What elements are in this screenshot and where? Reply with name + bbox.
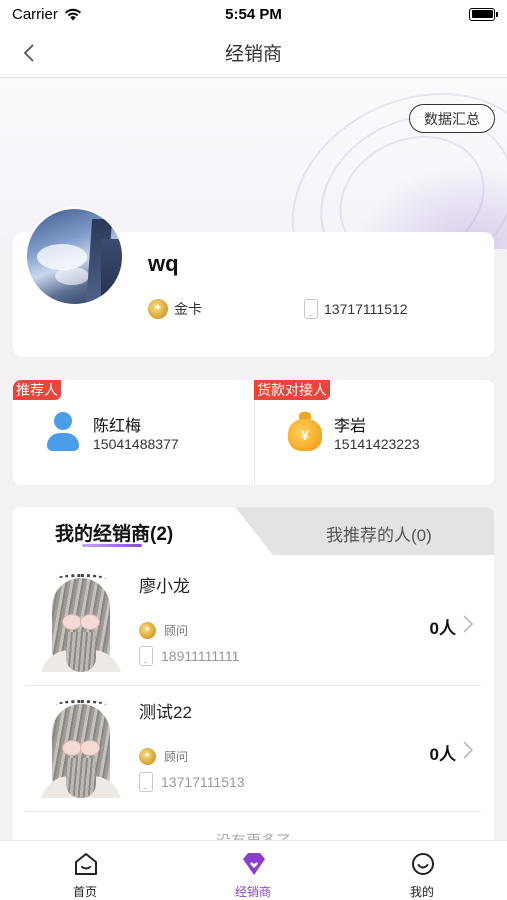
payment-contact-name: 李岩	[334, 418, 367, 435]
list-item[interactable]: 测试22 顾问 13717111513 0人	[25, 688, 481, 812]
medal-icon	[139, 622, 156, 639]
smile-icon	[412, 853, 434, 875]
dealer-phone: 18911111111	[139, 646, 239, 666]
phone-icon	[139, 772, 153, 792]
tab-my-dealers[interactable]: 我的经销商(2)	[55, 519, 173, 546]
status-bar: Carrier 5:54 PM	[0, 0, 507, 28]
medal-icon	[148, 299, 168, 319]
dealer-level: 顾问	[139, 748, 188, 765]
tab-my-referrals-label[interactable]: 我推荐的人(0)	[326, 521, 432, 546]
dealer-name: 测试22	[139, 703, 192, 722]
profile-name: wq	[148, 251, 179, 276]
chevron-right-icon	[463, 741, 474, 759]
bottom-tab-dealers[interactable]: 经销商	[203, 841, 303, 900]
avatar	[40, 698, 122, 798]
dealer-level-label: 顾问	[164, 624, 189, 638]
dealer-count: 0人	[429, 619, 456, 638]
home-icon	[75, 853, 97, 875]
dealer-phone-number: 18911111111	[161, 648, 240, 664]
bottom-tab-label: 首页	[72, 885, 97, 899]
bottom-tab-label: 经销商	[234, 885, 271, 899]
referrer-phone[interactable]: 15041488377	[93, 436, 179, 452]
profile-phone: 13717111512	[304, 299, 408, 319]
dealer-level-label: 顾问	[164, 750, 189, 764]
dealer-phone: 13717111513	[139, 772, 245, 792]
avatar	[40, 572, 122, 672]
profile-phone-number: 13717111512	[324, 301, 408, 317]
battery-icon	[469, 7, 498, 21]
list-item[interactable]: 廖小龙 顾问 18911111111 0人	[25, 562, 481, 686]
tab-bar: 我的经销商(2) 我推荐的人(0)	[13, 507, 494, 555]
referrer-tag: 推荐人	[13, 380, 61, 400]
chevron-right-icon	[463, 615, 474, 633]
active-tab-indicator	[82, 544, 142, 547]
dealer-phone-number: 13717111513	[161, 774, 245, 790]
dealer-count: 0人	[429, 745, 456, 764]
dealer-name: 廖小龙	[139, 577, 190, 596]
dealer-level: 顾问	[139, 622, 188, 639]
profile-level: 金卡	[148, 299, 202, 319]
profile-level-label: 金卡	[174, 301, 202, 317]
data-summary-button[interactable]: 数据汇总	[409, 104, 495, 133]
money-bag-icon: ¥	[288, 412, 322, 452]
avatar[interactable]	[25, 207, 124, 306]
status-time: 5:54 PM	[225, 5, 282, 23]
bottom-tab-bar: 首页 经销商 我的	[0, 840, 507, 900]
chevron-left-icon	[23, 44, 34, 62]
bottom-tab-mine[interactable]: 我的	[372, 841, 472, 900]
medal-icon	[139, 748, 156, 765]
diamond-heart-icon	[243, 853, 265, 875]
referrer-name: 陈红梅	[93, 418, 142, 435]
payment-contact-phone[interactable]: 15141423223	[334, 436, 420, 452]
page-title: 经销商	[224, 44, 282, 65]
payment-contact-tag: 货款对接人	[254, 380, 330, 400]
contacts-card: 推荐人 货款对接人	[13, 380, 494, 485]
nav-bar: 经销商	[0, 28, 507, 78]
phone-icon	[304, 299, 318, 319]
bottom-tab-home[interactable]: 首页	[35, 841, 135, 900]
phone-icon	[139, 646, 153, 666]
bottom-tab-label: 我的	[409, 885, 434, 899]
back-button[interactable]	[14, 38, 44, 68]
person-icon	[47, 412, 79, 452]
